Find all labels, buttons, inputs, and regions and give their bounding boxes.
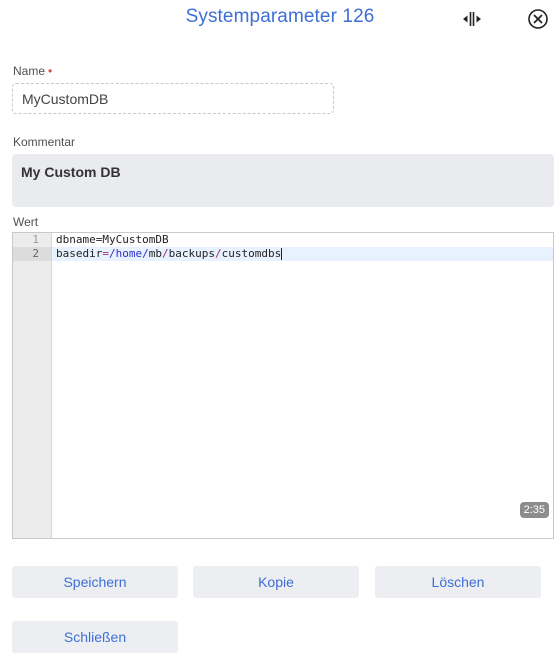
code-path-segment: customdbs: [221, 247, 282, 260]
value-label: Wert: [13, 215, 39, 229]
close-icon[interactable]: [527, 8, 549, 30]
code-path-segment: /home/: [108, 247, 149, 260]
code-editor[interactable]: 1 2 dbname=MyCustomDB basedir=/home/mb/b…: [12, 232, 554, 539]
save-button[interactable]: Speichern: [12, 566, 178, 598]
comment-input[interactable]: My Custom DB: [12, 154, 554, 207]
delete-button[interactable]: Löschen: [375, 566, 541, 598]
code-path-segment: backups: [168, 247, 215, 260]
cursor-position-badge: 2:35: [519, 502, 549, 518]
comment-label: Kommentar: [13, 135, 76, 149]
text-cursor: [281, 248, 283, 260]
code-line-active[interactable]: basedir=/home/mb/backups/customdbs: [52, 247, 553, 261]
code-lines[interactable]: dbname=MyCustomDB basedir=/home/mb/backu…: [52, 233, 553, 261]
name-label: Name •: [13, 64, 52, 78]
name-input[interactable]: MyCustomDB: [12, 83, 334, 114]
code-operator: =: [102, 247, 109, 260]
code-path-separator: /: [214, 247, 222, 260]
code-path-separator: /: [161, 247, 169, 260]
code-key: dbname: [56, 233, 96, 246]
close-button[interactable]: Schließen: [12, 621, 178, 653]
required-marker: •: [48, 64, 53, 78]
line-number: 1: [32, 233, 39, 246]
name-label-text: Name: [13, 64, 46, 78]
code-key: basedir: [56, 247, 103, 260]
copy-button[interactable]: Kopie: [193, 566, 359, 598]
code-value: MyCustomDB: [102, 233, 169, 246]
code-path-segment: mb: [148, 247, 162, 260]
line-number-gutter: 1 2: [13, 233, 52, 538]
resize-horizontal-icon[interactable]: [461, 8, 483, 30]
line-number: 2: [13, 247, 51, 261]
code-line[interactable]: dbname=MyCustomDB: [52, 233, 553, 247]
